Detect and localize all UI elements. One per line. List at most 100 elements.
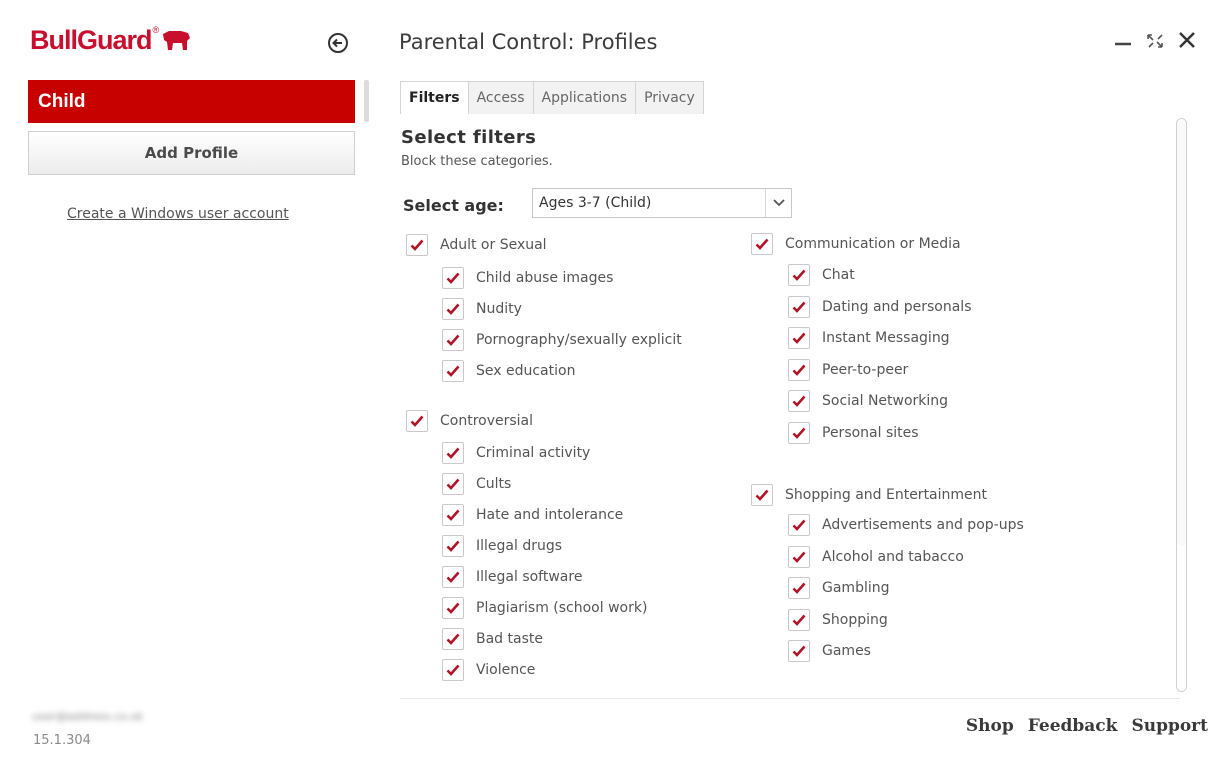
chevron-down-icon[interactable] bbox=[765, 189, 791, 217]
checkmark-icon bbox=[792, 551, 806, 563]
filter-item[interactable]: Pornography/sexually explicit bbox=[442, 329, 682, 351]
bullguard-window: BullGuard ® Child Add Profile Create a W… bbox=[0, 0, 1230, 765]
content-scrollbar[interactable] bbox=[1176, 118, 1187, 692]
filter-item[interactable]: Criminal activity bbox=[442, 442, 590, 464]
filter-item[interactable]: Dating and personals bbox=[788, 296, 972, 318]
checkbox[interactable] bbox=[442, 329, 464, 351]
profile-item-child[interactable]: Child bbox=[28, 80, 355, 123]
filter-item[interactable]: Hate and intolerance bbox=[442, 504, 623, 526]
checkbox[interactable] bbox=[788, 359, 810, 381]
filter-item[interactable]: Chat bbox=[788, 264, 855, 286]
tab-filters[interactable]: Filters bbox=[401, 82, 469, 114]
checkmark-icon bbox=[446, 633, 460, 645]
checkmark-icon bbox=[755, 238, 769, 250]
checkmark-icon bbox=[792, 519, 806, 531]
checkbox-label: Cults bbox=[476, 476, 512, 492]
filter-item[interactable]: Cults bbox=[442, 473, 511, 495]
filter-group-controversial[interactable]: Controversial bbox=[406, 410, 533, 432]
shop-link[interactable]: Shop bbox=[966, 716, 1014, 736]
checkmark-icon bbox=[446, 478, 460, 490]
tab-applications[interactable]: Applications bbox=[534, 82, 637, 114]
tab-bar: Filters Access Applications Privacy bbox=[400, 81, 704, 114]
checkbox[interactable] bbox=[442, 504, 464, 526]
checkbox[interactable] bbox=[788, 390, 810, 412]
checkbox-label: Gambling bbox=[822, 580, 890, 596]
checkbox-label: Peer-to-peer bbox=[822, 362, 909, 378]
checkmark-icon bbox=[792, 269, 806, 281]
checkbox-label: Shopping bbox=[822, 612, 888, 628]
filter-item[interactable]: Games bbox=[788, 640, 871, 662]
checkbox[interactable] bbox=[442, 298, 464, 320]
checkbox[interactable] bbox=[788, 577, 810, 599]
checkbox[interactable] bbox=[442, 535, 464, 557]
filter-item[interactable]: Advertisements and pop-ups bbox=[788, 514, 1024, 536]
filter-item[interactable]: Gambling bbox=[788, 577, 890, 599]
back-arrow-circle-icon[interactable] bbox=[327, 32, 349, 54]
filter-item[interactable]: Instant Messaging bbox=[788, 327, 950, 349]
checkbox[interactable] bbox=[788, 264, 810, 286]
section-subtitle: Block these categories. bbox=[401, 154, 553, 169]
sidebar-scrollbar[interactable] bbox=[364, 80, 369, 122]
checkbox-label: Violence bbox=[476, 662, 536, 678]
checkbox[interactable] bbox=[442, 628, 464, 650]
filter-item[interactable]: Alcohol and tabacco bbox=[788, 546, 964, 568]
checkbox[interactable] bbox=[442, 360, 464, 382]
checkbox[interactable] bbox=[442, 659, 464, 681]
checkbox[interactable] bbox=[788, 422, 810, 444]
create-windows-account-link[interactable]: Create a Windows user account bbox=[67, 206, 289, 222]
checkbox[interactable] bbox=[788, 296, 810, 318]
filter-item[interactable]: Violence bbox=[442, 659, 535, 681]
filter-item[interactable]: Shopping bbox=[788, 609, 888, 631]
checkbox[interactable] bbox=[442, 597, 464, 619]
filter-group-shopping[interactable]: Shopping and Entertainment bbox=[751, 484, 987, 506]
checkbox[interactable] bbox=[788, 609, 810, 631]
version-label: 15.1.304 bbox=[33, 733, 91, 748]
checkbox[interactable] bbox=[788, 514, 810, 536]
restore-icon[interactable] bbox=[1145, 33, 1165, 49]
checkbox[interactable] bbox=[442, 566, 464, 588]
tab-access[interactable]: Access bbox=[469, 82, 534, 114]
checkbox[interactable] bbox=[442, 473, 464, 495]
checkbox-label: Chat bbox=[822, 267, 855, 283]
age-dropdown[interactable]: Ages 3-7 (Child) bbox=[532, 188, 792, 218]
checkmark-icon bbox=[446, 509, 460, 521]
filter-group-adult[interactable]: Adult or Sexual bbox=[406, 234, 547, 256]
checkbox-label: Pornography/sexually explicit bbox=[476, 332, 682, 348]
filter-item[interactable]: Sex education bbox=[442, 360, 575, 382]
filter-item[interactable]: Bad taste bbox=[442, 628, 543, 650]
checkbox-label: Sex education bbox=[476, 363, 576, 379]
checkmark-icon bbox=[792, 332, 806, 344]
scrollbar-thumb[interactable] bbox=[1177, 120, 1186, 546]
filter-item[interactable]: Child abuse images bbox=[442, 267, 613, 289]
select-age-label: Select age: bbox=[403, 196, 504, 215]
add-profile-button[interactable]: Add Profile bbox=[28, 131, 355, 175]
checkbox[interactable] bbox=[788, 546, 810, 568]
close-icon[interactable] bbox=[1177, 30, 1197, 50]
checkbox[interactable] bbox=[788, 327, 810, 349]
tab-privacy[interactable]: Privacy bbox=[636, 82, 703, 114]
checkbox-label: Shopping and Entertainment bbox=[785, 487, 988, 503]
checkbox-label: Social Networking bbox=[822, 393, 949, 409]
filter-item[interactable]: Illegal software bbox=[442, 566, 582, 588]
checkbox[interactable] bbox=[442, 442, 464, 464]
checkbox[interactable] bbox=[442, 267, 464, 289]
filter-item[interactable]: Peer-to-peer bbox=[788, 359, 908, 381]
checkbox-label: Dating and personals bbox=[822, 299, 972, 315]
checkbox[interactable] bbox=[751, 484, 773, 506]
checkbox-label: Controversial bbox=[440, 413, 534, 429]
checkbox[interactable] bbox=[751, 233, 773, 255]
checkbox[interactable] bbox=[406, 234, 428, 256]
checkbox[interactable] bbox=[788, 640, 810, 662]
section-title: Select filters bbox=[401, 127, 537, 148]
support-link[interactable]: Support bbox=[1131, 716, 1208, 736]
filter-item[interactable]: Nudity bbox=[442, 298, 522, 320]
filter-item[interactable]: Illegal drugs bbox=[442, 535, 562, 557]
minimize-icon[interactable] bbox=[1113, 26, 1133, 48]
checkbox-label: Alcohol and tabacco bbox=[822, 549, 964, 565]
checkbox[interactable] bbox=[406, 410, 428, 432]
feedback-link[interactable]: Feedback bbox=[1028, 716, 1118, 736]
filter-item[interactable]: Social Networking bbox=[788, 390, 948, 412]
filter-item[interactable]: Personal sites bbox=[788, 422, 919, 444]
filter-group-communication[interactable]: Communication or Media bbox=[751, 233, 961, 255]
filter-item[interactable]: Plagiarism (school work) bbox=[442, 597, 647, 619]
